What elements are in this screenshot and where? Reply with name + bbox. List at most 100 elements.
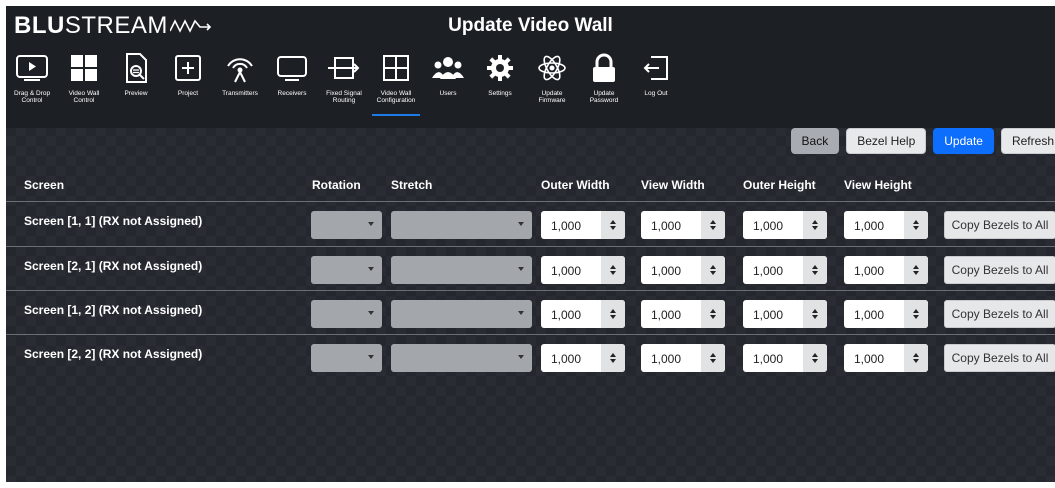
caret-down-icon (518, 355, 524, 359)
column-header-rotation: Rotation (312, 178, 361, 192)
view-width-input[interactable]: 1,000 (641, 344, 725, 372)
transmitter-antenna-icon (222, 50, 258, 86)
table-row: Screen [2, 1] (RX not Assigned) 1,000 1,… (6, 246, 1055, 291)
password-lock-icon (586, 50, 622, 86)
nav-project[interactable]: Project (162, 46, 214, 118)
nav-update-firmware[interactable]: Update Firmware (526, 46, 578, 118)
column-header-view-width: View Width (641, 178, 705, 192)
spinner-arrows-icon[interactable] (701, 300, 725, 328)
nav-receivers[interactable]: Receivers (266, 46, 318, 118)
outer-width-input[interactable]: 1,000 (541, 300, 625, 328)
nav-label: Update Password (589, 90, 619, 104)
nav-label: Drag & Drop Control (13, 90, 51, 104)
view-width-input[interactable]: 1,000 (641, 256, 725, 284)
spinner-arrows-icon[interactable] (803, 300, 827, 328)
value-text: 1,000 (753, 308, 784, 322)
bezel-help-button[interactable]: Bezel Help (846, 128, 927, 154)
project-plus-icon (170, 50, 206, 86)
view-height-input[interactable]: 1,000 (844, 300, 928, 328)
value-text: 1,000 (753, 264, 784, 278)
spinner-arrows-icon[interactable] (601, 256, 625, 284)
nav-label: Transmitters (222, 90, 258, 97)
spinner-arrows-icon[interactable] (904, 344, 928, 372)
nav-fixed-signal-routing[interactable]: Fixed Signal Routing (318, 46, 370, 118)
copy-bezels-button[interactable]: Copy Bezels to All (944, 300, 1055, 328)
rotation-select[interactable] (311, 344, 382, 372)
nav-update-password[interactable]: Update Password (578, 46, 630, 118)
refresh-button[interactable]: Refresh (1000, 128, 1055, 154)
nav-settings[interactable]: Settings (474, 46, 526, 118)
monitor-play-icon (14, 50, 50, 86)
spinner-arrows-icon[interactable] (904, 300, 928, 328)
value-text: 1,000 (854, 308, 885, 322)
nav-label: Preview (124, 90, 148, 97)
value-text: 1,000 (854, 264, 885, 278)
spinner-arrows-icon[interactable] (904, 211, 928, 239)
caret-down-icon (368, 311, 374, 315)
column-header-outer-height: Outer Height (743, 178, 816, 192)
rotation-select[interactable] (311, 256, 382, 284)
view-width-input[interactable]: 1,000 (641, 300, 725, 328)
view-height-input[interactable]: 1,000 (844, 344, 928, 372)
video-wall-config-icon (378, 50, 414, 86)
preview-magnifier-icon (118, 50, 154, 86)
nav-users[interactable]: Users (422, 46, 474, 118)
value-text: 1,000 (651, 264, 682, 278)
spinner-arrows-icon[interactable] (803, 344, 827, 372)
value-text: 1,000 (753, 219, 784, 233)
value-text: 1,000 (753, 352, 784, 366)
column-header-stretch: Stretch (391, 178, 433, 192)
back-button[interactable]: Back (790, 128, 840, 154)
copy-bezels-button[interactable]: Copy Bezels to All (944, 256, 1055, 284)
outer-height-input[interactable]: 1,000 (743, 211, 827, 239)
nav-preview[interactable]: Preview (110, 46, 162, 118)
spinner-arrows-icon[interactable] (904, 256, 928, 284)
outer-width-input[interactable]: 1,000 (541, 344, 625, 372)
spinner-arrows-icon[interactable] (701, 344, 725, 372)
stretch-select[interactable] (391, 344, 532, 372)
nav-label: Settings (488, 90, 512, 97)
view-width-input[interactable]: 1,000 (641, 211, 725, 239)
screen-label: Screen [1, 1] (RX not Assigned) (24, 214, 203, 228)
nav-log-out[interactable]: Log Out (630, 46, 682, 118)
caret-down-icon (368, 355, 374, 359)
stretch-select[interactable] (391, 256, 532, 284)
nav-label: Update Firmware (538, 90, 566, 104)
screen-label: Screen [2, 1] (RX not Assigned) (24, 259, 203, 273)
view-height-input[interactable]: 1,000 (844, 256, 928, 284)
stretch-select[interactable] (391, 300, 532, 328)
value-text: 1,000 (651, 308, 682, 322)
logout-icon (638, 50, 674, 86)
app-frame: BLUSTREAM Update Video Wall Drag & Drop … (6, 6, 1055, 482)
nav-label: Fixed Signal Routing (326, 90, 362, 104)
rotation-select[interactable] (311, 211, 382, 239)
view-height-input[interactable]: 1,000 (844, 211, 928, 239)
nav-label: Receivers (277, 90, 307, 97)
nav-video-wall-control[interactable]: Video Wall Control (58, 46, 110, 118)
rotation-select[interactable] (311, 300, 382, 328)
nav-drag-drop-control[interactable]: Drag & Drop Control (6, 46, 58, 118)
value-text: 1,000 (651, 219, 682, 233)
copy-bezels-button[interactable]: Copy Bezels to All (944, 344, 1055, 372)
update-button[interactable]: Update (933, 128, 994, 154)
value-text: 1,000 (854, 352, 885, 366)
spinner-arrows-icon[interactable] (601, 344, 625, 372)
settings-gear-icon (482, 50, 518, 86)
nav-video-wall-configuration[interactable]: Video Wall Configuration (370, 46, 422, 118)
spinner-arrows-icon[interactable] (701, 256, 725, 284)
outer-height-input[interactable]: 1,000 (743, 300, 827, 328)
spinner-arrows-icon[interactable] (601, 300, 625, 328)
copy-bezels-button[interactable]: Copy Bezels to All (944, 211, 1055, 239)
outer-height-input[interactable]: 1,000 (743, 344, 827, 372)
spinner-arrows-icon[interactable] (803, 211, 827, 239)
stretch-select[interactable] (391, 211, 532, 239)
nav-transmitters[interactable]: Transmitters (214, 46, 266, 118)
spinner-arrows-icon[interactable] (601, 211, 625, 239)
spinner-arrows-icon[interactable] (803, 256, 827, 284)
outer-height-input[interactable]: 1,000 (743, 256, 827, 284)
table-row: Screen [1, 1] (RX not Assigned) 1,000 1,… (6, 201, 1055, 246)
outer-width-input[interactable]: 1,000 (541, 256, 625, 284)
spinner-arrows-icon[interactable] (701, 211, 725, 239)
receiver-monitor-icon (274, 50, 310, 86)
outer-width-input[interactable]: 1,000 (541, 211, 625, 239)
